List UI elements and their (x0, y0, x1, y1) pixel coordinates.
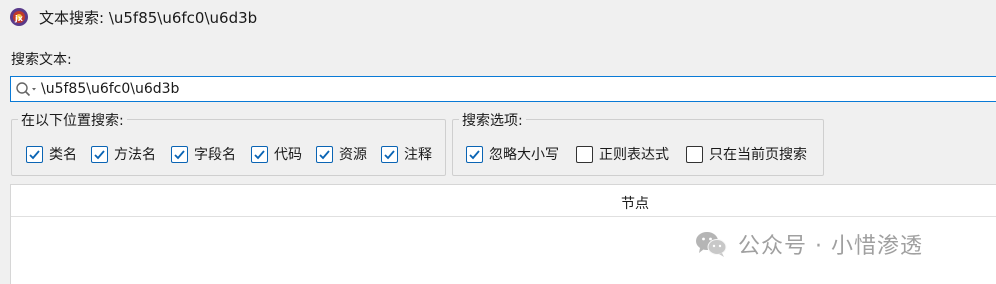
checkbox-label: 正则表达式 (599, 147, 669, 163)
checkbox-label: 字段名 (194, 147, 236, 163)
checkbox-label: 只在当前页搜索 (709, 147, 807, 163)
checkbox-code[interactable]: 代码 (251, 144, 302, 164)
checkbox-field-name[interactable]: 字段名 (171, 144, 236, 164)
checkbox-current-page-only[interactable]: 只在当前页搜索 (686, 144, 807, 164)
checkbox-resources[interactable]: 资源 (316, 144, 367, 164)
checkbox-checked-icon[interactable] (466, 145, 483, 163)
checkbox-checked-icon[interactable] (381, 145, 398, 163)
checkbox-checked-icon[interactable] (26, 145, 43, 163)
search-location-group: 在以下位置搜索: 类名 方法名 字段名 代码 资源 注释 (11, 110, 446, 176)
checkbox-label: 方法名 (114, 147, 156, 163)
checkbox-label: 类名 (49, 147, 77, 163)
checkbox-checked-icon[interactable] (171, 145, 188, 163)
window-title: 文本搜索: \u5f85\u6fc0\u6d3b (39, 9, 258, 27)
checkbox-unchecked-icon[interactable] (576, 145, 593, 163)
search-options-title: 搜索选项: (459, 110, 526, 130)
svg-text:jx: jx (14, 14, 24, 23)
watermark: 公众号 · 小惜渗透 (694, 228, 923, 260)
search-box[interactable] (10, 76, 996, 102)
search-input[interactable] (41, 77, 981, 101)
checkbox-regex[interactable]: 正则表达式 (576, 144, 669, 164)
search-dialog: jx 文本搜索: \u5f85\u6fc0\u6d3b 搜索文本: 在以下位置搜… (0, 0, 996, 284)
watermark-text: 公众号 · 小惜渗透 (738, 234, 923, 259)
checkbox-checked-icon[interactable] (91, 145, 108, 163)
checkbox-class-name[interactable]: 类名 (26, 144, 77, 164)
jadx-app-icon: jx (10, 8, 28, 26)
checkbox-checked-icon[interactable] (316, 145, 333, 163)
wechat-icon (696, 232, 727, 257)
checkbox-label: 资源 (339, 147, 367, 163)
title-bar: jx 文本搜索: \u5f85\u6fc0\u6d3b (0, 0, 996, 34)
table-header[interactable]: 节点 (11, 185, 996, 217)
search-text-label: 搜索文本: (11, 52, 72, 68)
checkbox-unchecked-icon[interactable] (686, 145, 703, 163)
checkbox-method-name[interactable]: 方法名 (91, 144, 156, 164)
search-location-title: 在以下位置搜索: (18, 110, 127, 130)
column-header-node[interactable]: 节点 (621, 193, 649, 213)
checkbox-comments[interactable]: 注释 (381, 144, 432, 164)
checkbox-label: 注释 (404, 147, 432, 163)
checkbox-label: 忽略大小写 (489, 147, 559, 163)
checkbox-label: 代码 (274, 147, 302, 163)
search-options-group: 搜索选项: 忽略大小写 正则表达式 只在当前页搜索 (452, 110, 824, 176)
search-icon[interactable] (15, 81, 39, 99)
checkbox-checked-icon[interactable] (251, 145, 268, 163)
checkbox-ignore-case[interactable]: 忽略大小写 (466, 144, 559, 164)
